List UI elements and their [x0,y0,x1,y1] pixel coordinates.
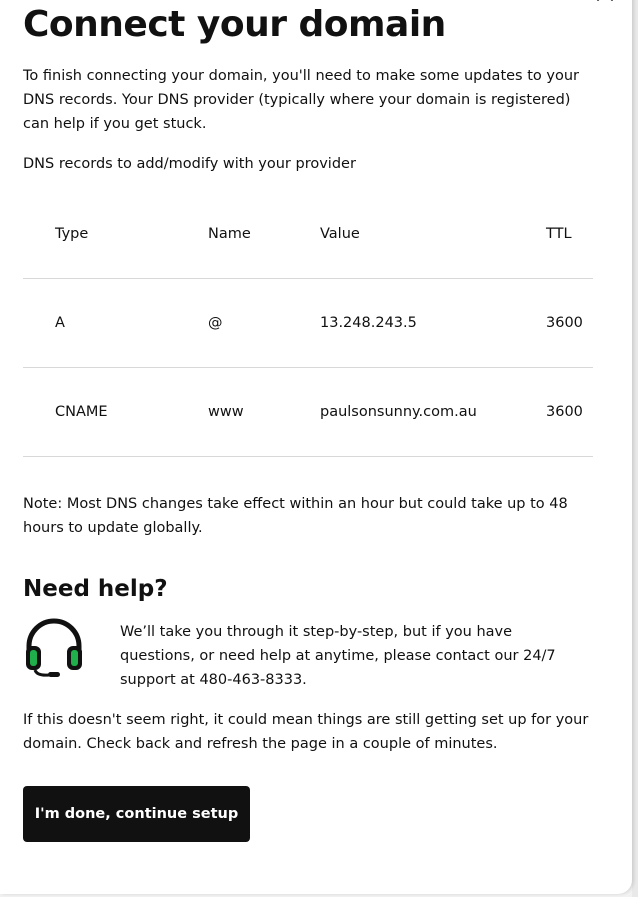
propagation-note: Note: Most DNS changes take effect withi… [23,496,568,536]
record-ttl-cell: 3600 [546,367,593,457]
column-header-value: Value [320,190,546,279]
connect-domain-modal: Connect your domain To finish connecting… [0,0,632,894]
close-button[interactable] [592,0,618,2]
record-type-cell: CNAME [23,367,208,457]
dns-records-table: Type Name Value TTL A @ 13.248.243.5 360… [23,190,593,457]
status-text: If this doesn't seem right, it could mea… [23,712,589,752]
headset-icon [26,618,82,677]
help-text: We’ll take you through it step-by-step, … [120,624,556,688]
intro-text: To finish connecting your domain, you'll… [23,68,579,132]
records-label: DNS records to add/modify with your prov… [23,156,356,172]
record-name-cell: @ [208,278,320,368]
table-row: CNAME www paulsonsunny.com.au 3600 [23,367,593,457]
modal-title: Connect your domain [23,4,446,45]
record-value-cell: paulsonsunny.com.au [320,367,546,457]
page-scrollbar[interactable] [632,0,638,897]
close-icon [597,0,613,1]
column-header-type: Type [23,190,208,279]
help-heading: Need help? [23,576,168,602]
continue-setup-button[interactable]: I'm done, continue setup [23,786,250,842]
column-header-ttl: TTL [546,190,593,279]
record-value-cell: 13.248.243.5 [320,278,546,368]
record-type-cell: A [23,278,208,368]
record-name-cell: www [208,367,320,457]
table-row: A @ 13.248.243.5 3600 [23,278,593,368]
record-ttl-cell: 3600 [546,278,593,368]
column-header-name: Name [208,190,320,279]
table-header-row: Type Name Value TTL [23,190,593,279]
